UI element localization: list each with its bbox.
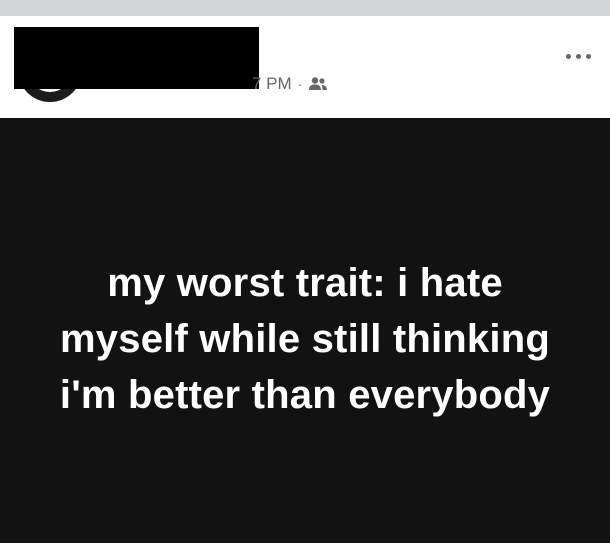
more-dot — [565, 53, 571, 59]
post-content[interactable]: my worst trait: i hate myself while stil… — [0, 118, 610, 543]
top-divider — [0, 0, 610, 16]
post-timestamp[interactable]: 7 PM — [252, 74, 292, 94]
post-meta: 7 PM · — [252, 73, 328, 95]
bottom-divider — [0, 543, 610, 557]
post-text: my worst trait: i hate myself while stil… — [59, 260, 551, 417]
more-dot — [585, 53, 591, 59]
meta-separator: · — [297, 76, 303, 92]
redaction-block — [14, 27, 259, 89]
friends-icon[interactable] — [308, 76, 328, 92]
more-dot — [575, 53, 581, 59]
more-options-icon[interactable] — [558, 44, 598, 68]
